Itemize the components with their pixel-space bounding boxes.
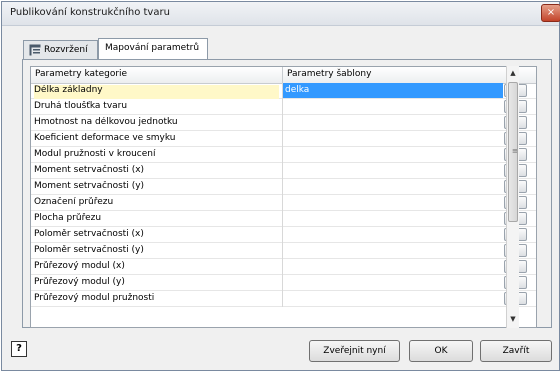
table-row[interactable]: Poloměr setrvačnosti (y)... xyxy=(31,243,536,259)
vertical-scrollbar[interactable]: ▲ ≡ ▼ xyxy=(506,66,519,328)
close-window-button[interactable]: × xyxy=(541,4,560,22)
template-cell[interactable] xyxy=(283,115,503,130)
category-cell[interactable]: Označení průřezu xyxy=(34,197,279,211)
category-cell[interactable]: Koeficient deformace ve smyku xyxy=(34,133,279,147)
category-cell[interactable]: Průřezový modul pružnosti xyxy=(34,293,279,307)
template-cell[interactable] xyxy=(283,211,503,226)
scroll-thumb[interactable]: ≡ xyxy=(508,82,518,222)
template-cell[interactable] xyxy=(283,131,503,146)
parameter-grid: Parametry kategorie Parametry šablony Dé… xyxy=(30,66,537,328)
column-header-template[interactable]: Parametry šablony xyxy=(287,69,371,79)
template-cell[interactable] xyxy=(283,195,503,210)
table-row[interactable]: Koeficient deformace ve smyku... xyxy=(31,131,536,147)
category-cell[interactable]: Moment setrvačnosti (y) xyxy=(34,181,279,195)
category-cell[interactable]: Hmotnost na délkovou jednotku xyxy=(34,117,279,131)
table-row[interactable]: Modul pružnosti v kroucení... xyxy=(31,147,536,163)
category-cell[interactable]: Plocha průřezu xyxy=(34,213,279,227)
title-bar[interactable]: Publikování konstrukčního tvaru × xyxy=(2,2,560,26)
table-row[interactable]: Hmotnost na délkovou jednotku... xyxy=(31,115,536,131)
category-cell[interactable]: Délka základny xyxy=(34,85,279,99)
category-cell[interactable]: Průřezový modul (x) xyxy=(34,261,279,275)
tab-layout[interactable]: Rozvržení xyxy=(23,40,98,59)
layout-icon xyxy=(29,44,41,56)
close-button[interactable]: Zavřít xyxy=(480,340,552,362)
table-row[interactable]: Délka základnydelka... xyxy=(31,83,536,99)
window-title: Publikování konstrukčního tvaru xyxy=(10,7,170,18)
template-cell[interactable] xyxy=(283,147,503,162)
table-row[interactable]: Označení průřezu... xyxy=(31,195,536,211)
category-cell[interactable]: Druhá tloušťka tvaru xyxy=(34,101,279,115)
category-cell[interactable]: Poloměr setrvačnosti (y) xyxy=(34,245,279,259)
help-button[interactable]: ? xyxy=(11,341,27,357)
template-cell[interactable] xyxy=(283,291,503,306)
table-row[interactable]: Průřezový modul (y)... xyxy=(31,275,536,291)
template-cell[interactable] xyxy=(283,259,503,274)
publish-now-button[interactable]: Zveřejnit nyní xyxy=(309,340,400,362)
table-row[interactable]: Druhá tloušťka tvaru... xyxy=(31,99,536,115)
table-row[interactable]: Moment setrvačnosti (x)... xyxy=(31,163,536,179)
column-divider[interactable] xyxy=(282,67,283,83)
table-row[interactable]: Moment setrvačnosti (y)... xyxy=(31,179,536,195)
grid-header: Parametry kategorie Parametry šablony xyxy=(31,67,536,84)
ok-button[interactable]: OK xyxy=(409,340,473,362)
category-cell[interactable]: Průřezový modul (y) xyxy=(34,277,279,291)
category-cell[interactable]: Poloměr setrvačnosti (x) xyxy=(34,229,279,243)
table-row[interactable]: Průřezový modul pružnosti... xyxy=(31,291,536,307)
grip-icon: ≡ xyxy=(512,147,518,155)
template-cell[interactable]: delka xyxy=(283,83,503,98)
template-cell[interactable] xyxy=(283,227,503,242)
template-cell[interactable] xyxy=(283,275,503,290)
table-row[interactable]: Plocha průřezu... xyxy=(31,211,536,227)
up-arrow-icon[interactable]: ▲ xyxy=(508,68,518,78)
down-arrow-icon[interactable]: ▼ xyxy=(508,314,518,324)
category-cell[interactable]: Moment setrvačnosti (x) xyxy=(34,165,279,179)
column-header-category[interactable]: Parametry kategorie xyxy=(35,69,127,79)
template-cell[interactable] xyxy=(283,243,503,258)
tab-parameter-mapping[interactable]: Mapování parametrů xyxy=(98,38,208,60)
template-cell[interactable] xyxy=(283,99,503,114)
tab-layout-label: Rozvržení xyxy=(44,45,88,55)
category-cell[interactable]: Modul pružnosti v kroucení xyxy=(34,149,279,163)
table-row[interactable]: Poloměr setrvačnosti (x)... xyxy=(31,227,536,243)
template-cell[interactable] xyxy=(283,179,503,194)
table-row[interactable]: Průřezový modul (x)... xyxy=(31,259,536,275)
template-cell[interactable] xyxy=(283,163,503,178)
